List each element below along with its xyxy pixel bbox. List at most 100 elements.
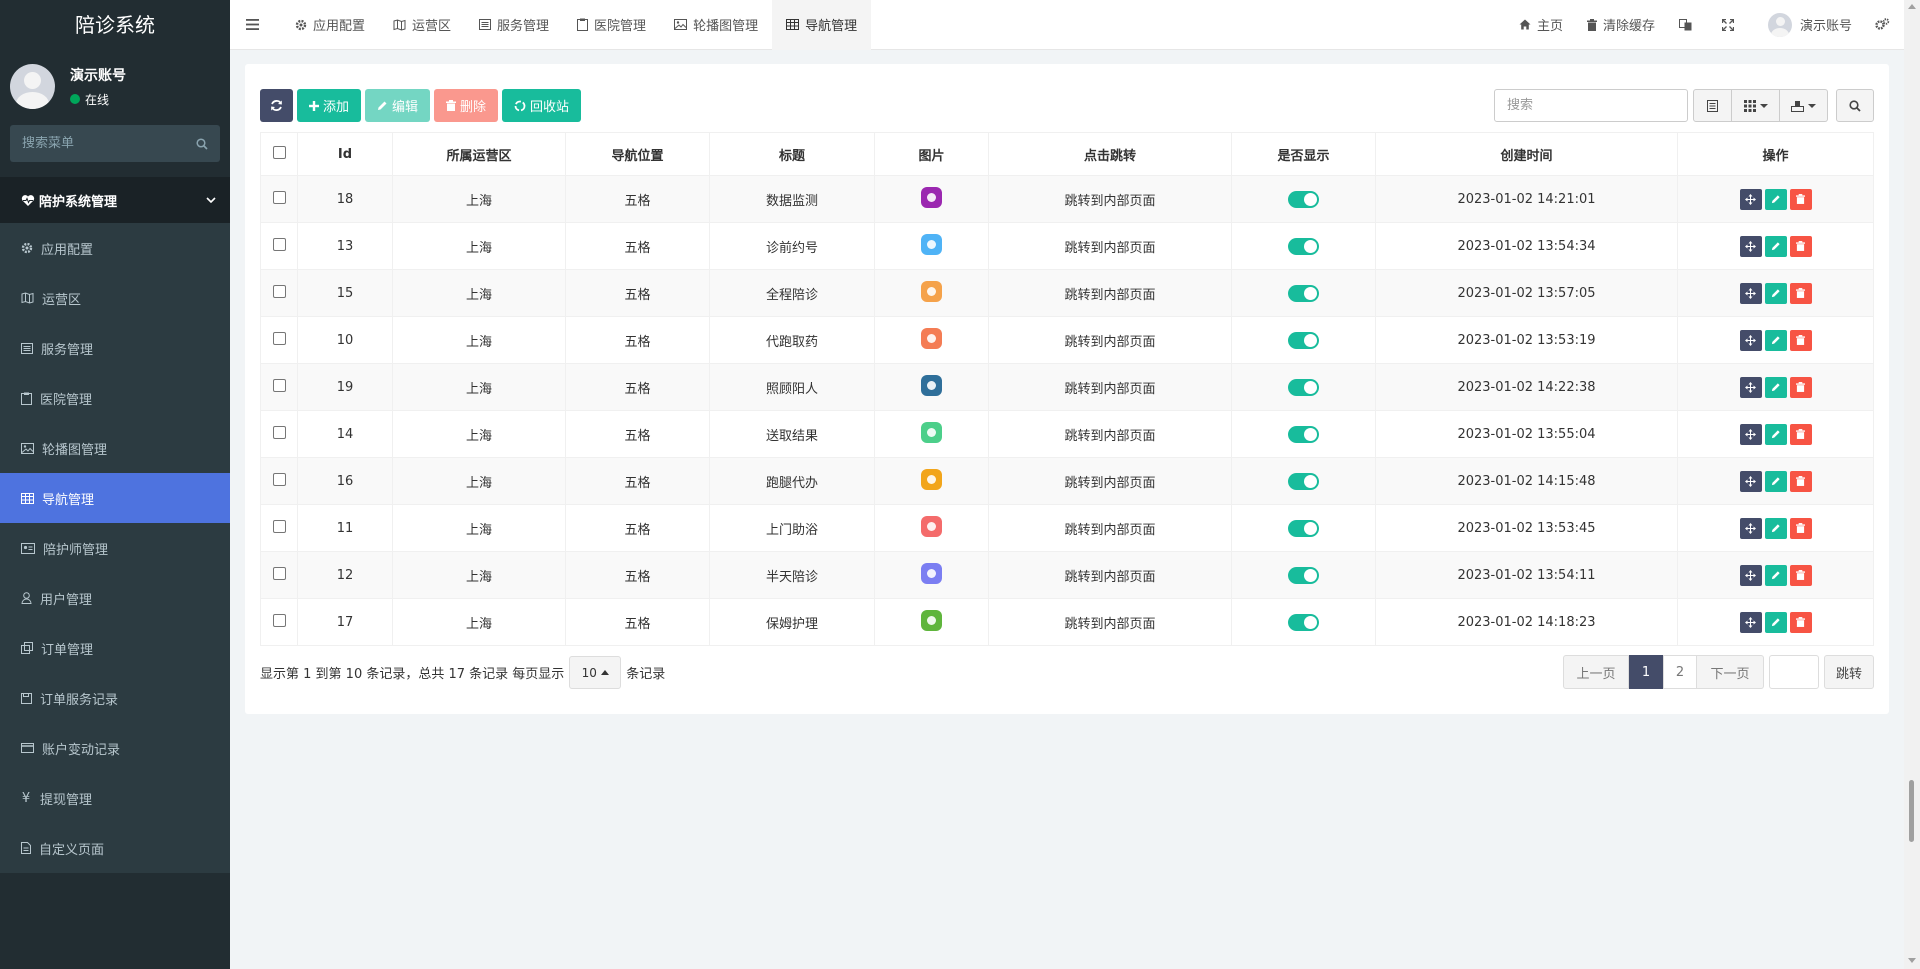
row-delete-button[interactable] [1789, 282, 1812, 304]
column-header[interactable]: 图片 [874, 132, 989, 176]
scroll-down-icon[interactable] [1908, 958, 1916, 963]
cell-jump[interactable]: 跳转到内部页面 [988, 457, 1232, 505]
visible-toggle[interactable] [1288, 472, 1319, 490]
account-menu[interactable]: 演示账号 [1752, 0, 1868, 50]
sidebar-item-banner[interactable]: 轮播图管理 [0, 423, 230, 473]
drag-sort-button[interactable] [1739, 235, 1762, 257]
sidebar-group-header[interactable]: 陪护系统管理 [0, 177, 230, 223]
add-button[interactable]: 添加 [297, 89, 362, 122]
sidebar-item-withdraw[interactable]: ¥ 提现管理 [0, 773, 230, 823]
cell-jump[interactable]: 跳转到内部页面 [988, 598, 1232, 646]
row-checkbox[interactable] [272, 284, 286, 298]
app-logo-title[interactable]: 陪诊系统 [0, 0, 230, 50]
table-row[interactable]: 15 上海 五格 全程陪诊 跳转到内部页面 2023-01-02 13:57:05 [260, 269, 1874, 317]
refresh-button[interactable] [260, 89, 293, 122]
cell-jump[interactable]: 跳转到内部页面 [988, 175, 1232, 223]
drag-sort-button[interactable] [1739, 564, 1762, 586]
row-delete-button[interactable] [1789, 564, 1812, 586]
sidebar-item-region[interactable]: 运营区 [0, 273, 230, 323]
sidebar-item-escort[interactable]: 陪护师管理 [0, 523, 230, 573]
sidebar-item-account-log[interactable]: 账户变动记录 [0, 723, 230, 773]
delete-button[interactable]: 删除 [434, 89, 499, 122]
cell-position[interactable]: 五格 [565, 551, 710, 599]
cell-position[interactable]: 五格 [565, 269, 710, 317]
row-delete-button[interactable] [1789, 329, 1812, 351]
visible-toggle[interactable] [1288, 425, 1319, 443]
export-dropdown-button[interactable] [1780, 89, 1828, 122]
table-row[interactable]: 10 上海 五格 代跑取药 跳转到内部页面 2023-01-02 13:53:19 [260, 316, 1874, 364]
drag-sort-button[interactable] [1739, 188, 1762, 210]
cell-jump[interactable]: 跳转到内部页面 [988, 316, 1232, 364]
nav-image-icon[interactable] [921, 280, 942, 302]
column-header[interactable]: 导航位置 [565, 132, 710, 176]
scroll-up-icon[interactable] [1908, 4, 1916, 9]
page-1-button[interactable]: 1 [1629, 655, 1663, 689]
visible-toggle[interactable] [1288, 519, 1319, 537]
table-search-input[interactable] [1494, 89, 1688, 122]
cell-position[interactable]: 五格 [565, 598, 710, 646]
column-header[interactable]: Id [297, 132, 393, 176]
sidebar-toggle-button[interactable] [230, 0, 281, 50]
row-checkbox[interactable] [272, 331, 286, 345]
column-header[interactable]: 点击跳转 [988, 132, 1232, 176]
search-icon[interactable] [196, 137, 208, 150]
cell-jump[interactable]: 跳转到内部页面 [988, 504, 1232, 552]
table-row[interactable]: 13 上海 五格 诊前约号 跳转到内部页面 2023-01-02 13:54:34 [260, 222, 1874, 270]
sidebar-item-custom-page[interactable]: 自定义页面 [0, 823, 230, 873]
cell-jump[interactable]: 跳转到内部页面 [988, 410, 1232, 458]
row-edit-button[interactable] [1764, 188, 1787, 210]
row-edit-button[interactable] [1764, 611, 1787, 633]
row-edit-button[interactable] [1764, 423, 1787, 445]
row-delete-button[interactable] [1789, 423, 1812, 445]
scrollbar-thumb[interactable] [1909, 780, 1914, 842]
row-checkbox[interactable] [272, 519, 286, 533]
row-edit-button[interactable] [1764, 282, 1787, 304]
row-checkbox[interactable] [272, 190, 286, 204]
row-delete-button[interactable] [1789, 235, 1812, 257]
row-checkbox[interactable] [272, 237, 286, 251]
row-checkbox[interactable] [272, 378, 286, 392]
recycle-bin-button[interactable]: 回收站 [502, 89, 582, 122]
cell-position[interactable]: 五格 [565, 504, 710, 552]
cell-jump[interactable]: 跳转到内部页面 [988, 269, 1232, 317]
row-edit-button[interactable] [1764, 564, 1787, 586]
visible-toggle[interactable] [1288, 331, 1319, 349]
table-row[interactable]: 14 上海 五格 送取结果 跳转到内部页面 2023-01-02 13:55:04 [260, 410, 1874, 458]
advanced-search-button[interactable] [1836, 89, 1874, 122]
column-header[interactable]: 创建时间 [1375, 132, 1678, 176]
jump-button[interactable]: 跳转 [1824, 655, 1874, 689]
toggle-view-button[interactable] [1693, 89, 1732, 122]
column-header[interactable]: 所属运营区 [392, 132, 566, 176]
nav-image-icon[interactable] [921, 327, 942, 349]
nav-image-icon[interactable] [921, 421, 942, 443]
sidebar-search-input[interactable] [22, 136, 192, 151]
drag-sort-button[interactable] [1739, 376, 1762, 398]
cell-jump[interactable]: 跳转到内部页面 [988, 363, 1232, 411]
drag-sort-button[interactable] [1739, 517, 1762, 539]
table-row[interactable]: 19 上海 五格 照顾阳人 跳转到内部页面 2023-01-02 14:22:38 [260, 363, 1874, 411]
tab-region[interactable]: 运营区 [379, 0, 465, 50]
drag-sort-button[interactable] [1739, 423, 1762, 445]
cell-jump[interactable]: 跳转到内部页面 [988, 222, 1232, 270]
nav-image-icon[interactable] [921, 468, 942, 490]
sidebar-item-service[interactable]: 服务管理 [0, 323, 230, 373]
nav-image-icon[interactable] [921, 515, 942, 537]
jump-page-input[interactable] [1769, 655, 1819, 689]
nav-image-icon[interactable] [921, 233, 942, 255]
table-row[interactable]: 11 上海 五格 上门助浴 跳转到内部页面 2023-01-02 13:53:45 [260, 504, 1874, 552]
row-checkbox[interactable] [272, 613, 286, 627]
nav-image-icon[interactable] [921, 374, 942, 396]
visible-toggle[interactable] [1288, 378, 1319, 396]
drag-sort-button[interactable] [1739, 611, 1762, 633]
cell-position[interactable]: 五格 [565, 363, 710, 411]
tab-service[interactable]: 服务管理 [465, 0, 563, 50]
nav-image-icon[interactable] [921, 609, 942, 631]
row-edit-button[interactable] [1764, 376, 1787, 398]
edit-button[interactable]: 编辑 [365, 89, 431, 122]
table-row[interactable]: 18 上海 五格 数据监测 跳转到内部页面 2023-01-02 14:21:01 [260, 175, 1874, 223]
table-row[interactable]: 12 上海 五格 半天陪诊 跳转到内部页面 2023-01-02 13:54:11 [260, 551, 1874, 599]
fullscreen-button[interactable] [1710, 0, 1752, 50]
next-page-button[interactable]: 下一页 [1697, 655, 1764, 689]
row-delete-button[interactable] [1789, 188, 1812, 210]
row-delete-button[interactable] [1789, 611, 1812, 633]
